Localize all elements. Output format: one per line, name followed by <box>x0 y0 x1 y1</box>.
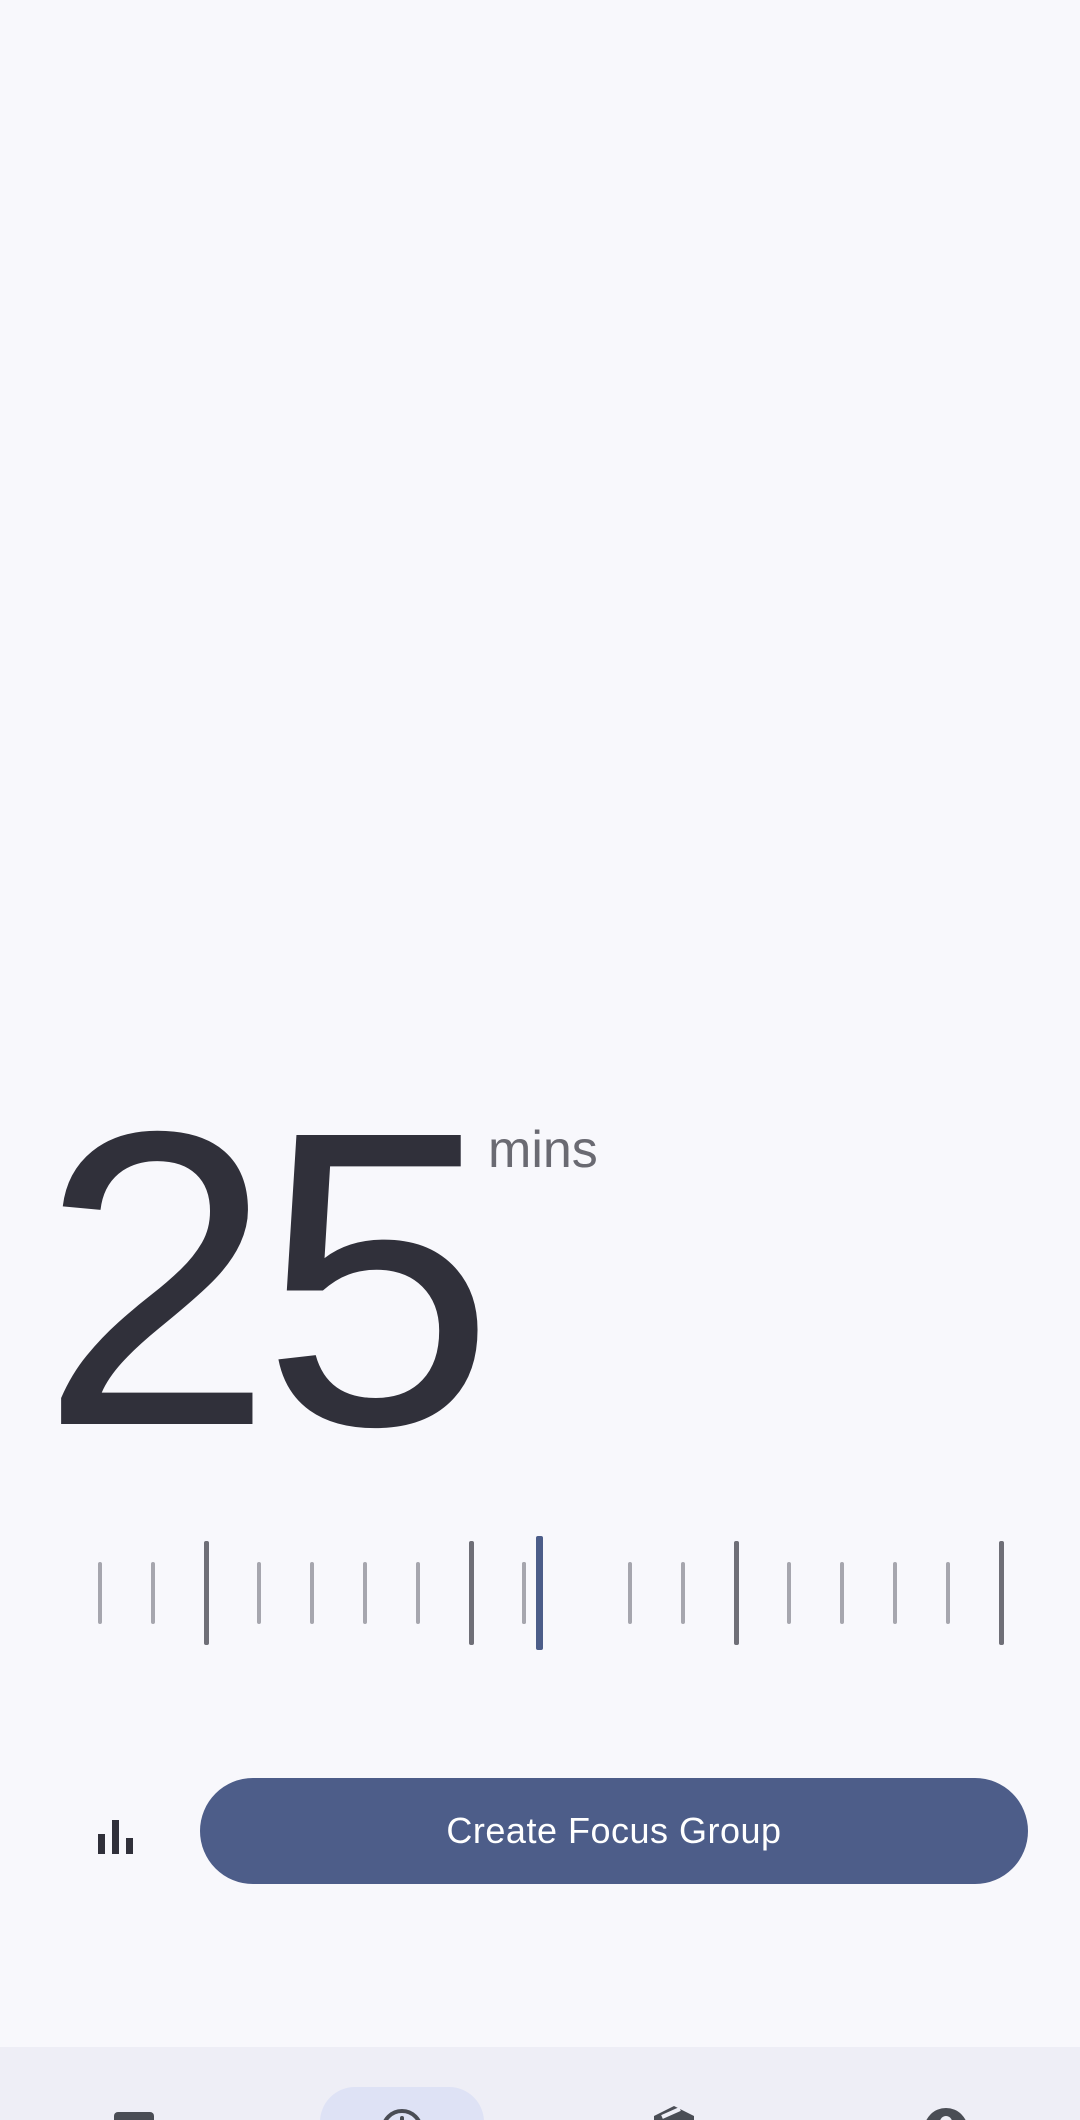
bar-chart-icon <box>98 1820 133 1854</box>
ruler-tick <box>522 1562 526 1624</box>
nav-item-package[interactable] <box>574 2047 774 2120</box>
ruler-tick <box>893 1562 897 1624</box>
ruler-tick <box>628 1562 632 1624</box>
ruler-tick <box>416 1562 420 1624</box>
ruler-tick <box>310 1562 314 1624</box>
stats-button[interactable] <box>86 1806 146 1866</box>
ruler-tick <box>946 1562 950 1624</box>
bottom-navigation <box>0 2047 1080 2120</box>
timer-unit: mins <box>488 1121 598 1179</box>
ruler-selected-indicator[interactable] <box>536 1536 543 1650</box>
ruler-tick <box>999 1541 1004 1645</box>
account-icon <box>926 2108 966 2120</box>
ruler-tick <box>734 1541 739 1645</box>
create-focus-group-button[interactable]: Create Focus Group <box>200 1778 1028 1884</box>
duration-ruler-slider[interactable] <box>0 1530 1080 1650</box>
ruler-tick <box>257 1562 261 1624</box>
ruler-tick <box>151 1562 155 1624</box>
ruler-tick <box>363 1562 367 1624</box>
timer-value: 25 <box>40 1045 495 1514</box>
nav-item-calendar[interactable] <box>34 2047 234 2120</box>
ruler-tick <box>787 1562 791 1624</box>
ruler-tick <box>469 1541 474 1645</box>
nav-item-timer[interactable] <box>302 2047 502 2120</box>
nav-item-account[interactable] <box>846 2047 1046 2120</box>
ruler-tick <box>204 1541 209 1645</box>
package-icon <box>654 2106 694 2120</box>
ruler-tick <box>98 1562 102 1624</box>
ruler-tick <box>840 1562 844 1624</box>
calendar-icon <box>114 2112 154 2120</box>
ruler-tick <box>681 1562 685 1624</box>
timer-icon <box>383 2109 421 2120</box>
